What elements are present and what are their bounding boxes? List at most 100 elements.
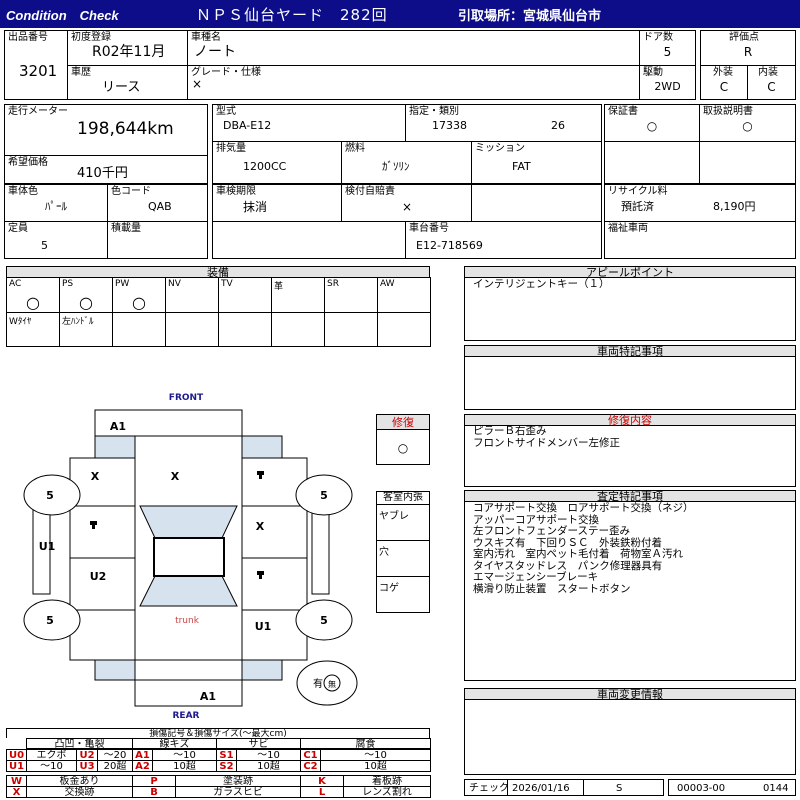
spare-ari-label: 有 bbox=[313, 677, 323, 690]
equipment-cell: AC ○ bbox=[6, 277, 60, 313]
liability-cell: 検付自賠責 × bbox=[342, 184, 472, 222]
designation-label: 指定・類別 bbox=[409, 106, 459, 117]
history-cell: 車歴 リース bbox=[68, 65, 188, 100]
legend-code: S2 bbox=[216, 760, 237, 772]
liability-label: 検付自賠責 bbox=[345, 186, 395, 197]
mark-a1-hood: A1 bbox=[110, 420, 126, 433]
mark-a1-rear: A1 bbox=[200, 690, 216, 703]
fuel-cell: 燃料 ｶﾞｿﾘﾝ bbox=[342, 141, 472, 184]
equipment-cell bbox=[218, 312, 272, 347]
legend-code: A2 bbox=[132, 760, 153, 772]
tire-fr-value: 5 bbox=[320, 489, 328, 502]
designation-cell: 指定・類別 17338 26 bbox=[406, 104, 602, 142]
equipment-label: PW bbox=[115, 279, 130, 289]
equipment-label: NV bbox=[168, 279, 181, 289]
welfare-cell: 福祉車両 bbox=[604, 221, 796, 259]
check-date: 2026/01/16 bbox=[512, 783, 570, 794]
mission-label: ミッション bbox=[475, 143, 525, 154]
check-number-1: 00003-00 bbox=[677, 783, 726, 794]
check-code-cell: S bbox=[584, 779, 664, 796]
equipment-grid: AC ○ PS ○ PW ○ NV TV 革 SR AW Wﾀｲﾔ 左ﾊﾝﾄﾞﾙ bbox=[6, 277, 431, 347]
interior-cell: 内装 C bbox=[748, 65, 796, 100]
front-label: FRONT bbox=[169, 393, 204, 403]
rear-bumper[interactable] bbox=[134, 679, 243, 707]
capacity-cell: 定員 5 bbox=[4, 221, 108, 259]
front-right-door[interactable] bbox=[241, 505, 308, 559]
drive-label: 駆動 bbox=[643, 67, 663, 78]
mark-u1-left-sill: U1 bbox=[39, 540, 56, 553]
equipment-cell bbox=[165, 312, 219, 347]
history-label: 車歴 bbox=[71, 67, 91, 78]
model-cell: 型式 DBA-E12 bbox=[212, 104, 406, 142]
desired-price-label: 希望価格 bbox=[8, 157, 48, 168]
equipment-value: ○ bbox=[132, 293, 146, 312]
rear-right-door[interactable] bbox=[241, 557, 308, 611]
legend-desc: 10超 bbox=[236, 760, 301, 772]
legend-mark-desc: 交換跡 bbox=[26, 786, 133, 798]
left-a-pillar bbox=[94, 435, 136, 459]
rating-label: 評価点 bbox=[729, 32, 759, 43]
note-line: 左フロントフェンダーステー歪み bbox=[473, 525, 630, 537]
equipment-cell bbox=[324, 312, 378, 347]
equipment-label: SR bbox=[327, 279, 339, 289]
equipment-label: 左ﾊﾝﾄﾞﾙ bbox=[62, 317, 94, 327]
tire-rl-value: 5 bbox=[46, 614, 54, 627]
displacement-label: 排気量 bbox=[216, 143, 246, 154]
repair-title: 修復 bbox=[376, 414, 430, 430]
legend-desc: 20超 bbox=[97, 760, 133, 772]
note-line: エマージェンシーブレーキ bbox=[473, 571, 599, 583]
check-number-2: 0144 bbox=[763, 783, 789, 794]
appeal-box: インテリジェントキー（１） bbox=[464, 277, 796, 341]
color-code-label: 色コード bbox=[111, 186, 151, 197]
interior-burn-row: コゲ bbox=[377, 577, 429, 613]
manual-label: 取扱説明書 bbox=[703, 106, 753, 117]
auction-title: ＮＰＳ仙台ヤード 282回 bbox=[196, 6, 388, 24]
inspection-cell: 車検期限 抹消 bbox=[212, 184, 342, 222]
front-left-door[interactable] bbox=[69, 505, 136, 559]
first-reg-value: R02年11月 bbox=[92, 44, 166, 60]
manual-value: ○ bbox=[742, 119, 753, 133]
model-value: DBA-E12 bbox=[223, 119, 272, 132]
car-name-cell: 車種名 ノート bbox=[188, 30, 640, 66]
load-label: 積載量 bbox=[111, 223, 141, 234]
doors-cell: ドア数 5 bbox=[640, 30, 696, 66]
displacement-value: 1200CC bbox=[243, 160, 287, 173]
body-color-label: 車体色 bbox=[8, 186, 38, 197]
capacity-label: 定員 bbox=[8, 223, 28, 234]
blank-cell-3 bbox=[472, 184, 602, 222]
warranty-value: ○ bbox=[646, 119, 658, 133]
trunk-label: trunk bbox=[175, 616, 200, 626]
equipment-cell: 左ﾊﾝﾄﾞﾙ bbox=[59, 312, 113, 347]
mission-cell: ミッション FAT bbox=[472, 141, 602, 184]
fuel-label: 燃料 bbox=[345, 143, 365, 154]
pickup-location: 引取場所：宮城県仙台市 bbox=[458, 9, 602, 24]
fuel-value: ｶﾞｿﾘﾝ bbox=[382, 160, 410, 173]
body-color-value: ﾊﾟｰﾙ bbox=[45, 200, 67, 213]
inspection-value: 抹消 bbox=[243, 200, 268, 214]
mark-x-right-door: X bbox=[256, 520, 265, 533]
legend-desc: 10超 bbox=[152, 760, 217, 772]
lot-number-cell: 出品番号 3201 bbox=[4, 30, 68, 100]
mark-x-left-fender: X bbox=[91, 470, 100, 483]
legend-mark-code: L bbox=[300, 786, 344, 798]
equipment-cell bbox=[271, 312, 325, 347]
first-reg-label: 初度登録 bbox=[71, 32, 111, 43]
equipment-cell bbox=[377, 312, 431, 347]
drive-cell: 駆動 2WD bbox=[640, 65, 696, 100]
windshield bbox=[139, 505, 238, 539]
desired-price-value: 410千円 bbox=[77, 166, 128, 181]
legend-mark-desc: レンズ割れ bbox=[343, 786, 431, 798]
recycle-status: 預託済 bbox=[621, 200, 654, 213]
rear-left-door[interactable] bbox=[69, 557, 136, 611]
manual-cell: 取扱説明書 ○ bbox=[700, 104, 796, 142]
legend-code: U3 bbox=[76, 760, 98, 772]
mark-x-roof: X bbox=[171, 470, 180, 483]
rear-window bbox=[139, 575, 238, 607]
change-info-box bbox=[464, 699, 796, 775]
legend-group-header: 腐食 bbox=[300, 738, 431, 750]
doors-value: 5 bbox=[663, 45, 672, 59]
interior-value: C bbox=[767, 80, 776, 94]
car-name-value: ノート bbox=[194, 44, 236, 60]
equipment-label: AC bbox=[9, 279, 22, 289]
note-line: ピラーＢ右歪み bbox=[473, 425, 547, 437]
